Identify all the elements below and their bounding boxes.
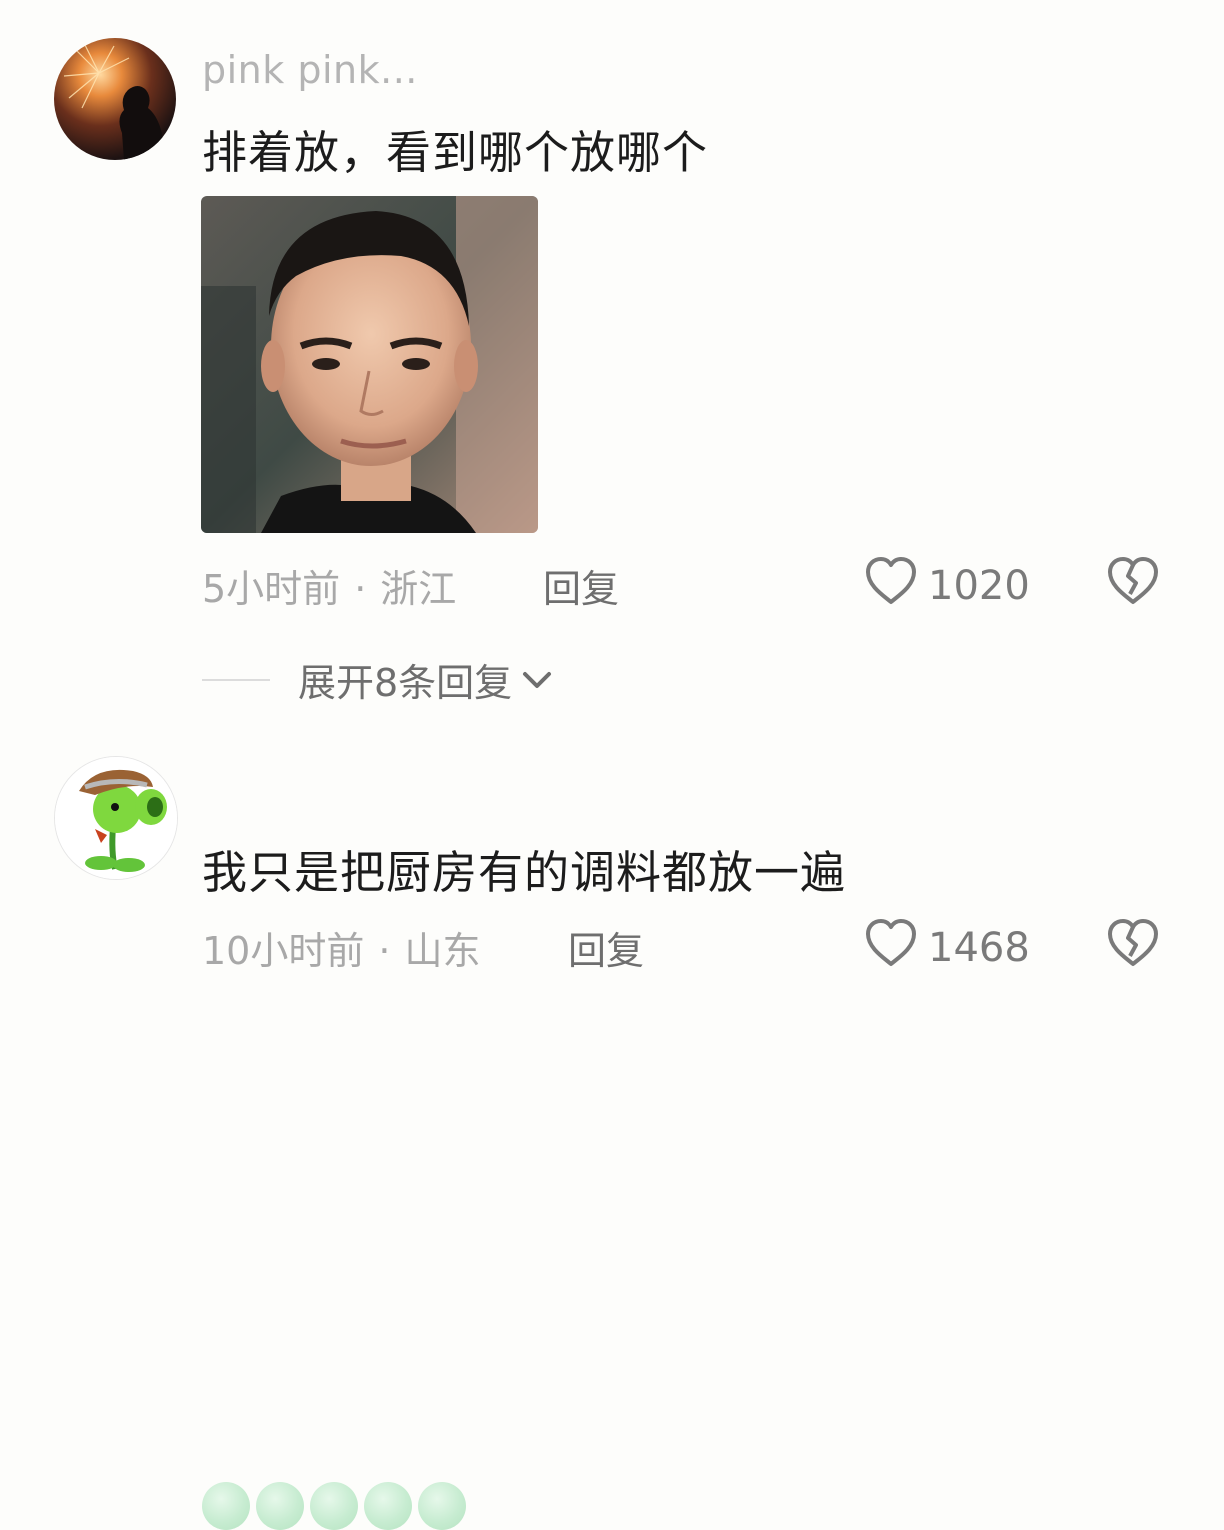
bubble-emoji — [418, 1482, 466, 1530]
broken-heart-icon — [1106, 557, 1160, 610]
comment-location: 山东 — [404, 929, 481, 973]
heart-outline-icon — [864, 918, 918, 978]
heart-outline-icon — [864, 556, 918, 616]
comment-meta: 10小时前 · 山东 — [202, 920, 480, 975]
avatar-image — [54, 38, 176, 160]
comment-item: pink pink... 排着放，看到哪个放哪个 5小时前 · 浙江 回复 10… — [0, 0, 1224, 720]
comment-text: 我只是把厨房有的调料都放一遍 — [202, 846, 847, 899]
dislike-button[interactable] — [1106, 556, 1160, 610]
like-button[interactable]: 1468 — [864, 918, 1030, 978]
comment-time: 5小时前 — [202, 567, 341, 611]
like-count: 1468 — [928, 925, 1030, 971]
username[interactable]: pink pink... — [202, 48, 418, 92]
avatar[interactable] — [54, 38, 176, 160]
broken-heart-icon — [1106, 919, 1160, 972]
meta-separator: · — [354, 567, 367, 611]
username-emoji[interactable] — [202, 1482, 466, 1530]
avatar-image — [55, 757, 177, 879]
meta-separator: · — [378, 929, 391, 973]
expand-replies-label: 展开8条回复 — [298, 661, 513, 705]
like-button[interactable]: 1020 — [864, 556, 1030, 616]
portrait-image — [201, 196, 538, 533]
like-count: 1020 — [928, 563, 1030, 609]
bubble-emoji — [310, 1482, 358, 1530]
bubble-emoji — [364, 1482, 412, 1530]
avatar[interactable] — [54, 756, 178, 880]
comment-text: 排着放，看到哪个放哪个 — [202, 126, 709, 179]
comment-item: 我只是把厨房有的调料都放一遍 10小时前 · 山东 回复 1468 — [0, 720, 1224, 1530]
chevron-down-icon — [520, 668, 554, 692]
expand-replies[interactable]: 展开8条回复 — [202, 652, 554, 707]
comment-image[interactable] — [201, 196, 538, 533]
comment-meta: 5小时前 · 浙江 — [202, 558, 456, 613]
bubble-emoji — [202, 1482, 250, 1530]
reply-button[interactable]: 回复 — [543, 558, 619, 613]
comment-location: 浙江 — [380, 567, 457, 611]
divider-line — [202, 678, 270, 681]
dislike-button[interactable] — [1106, 918, 1160, 972]
bubble-emoji — [256, 1482, 304, 1530]
comment-time: 10小时前 — [202, 929, 365, 973]
reply-button[interactable]: 回复 — [568, 920, 644, 975]
